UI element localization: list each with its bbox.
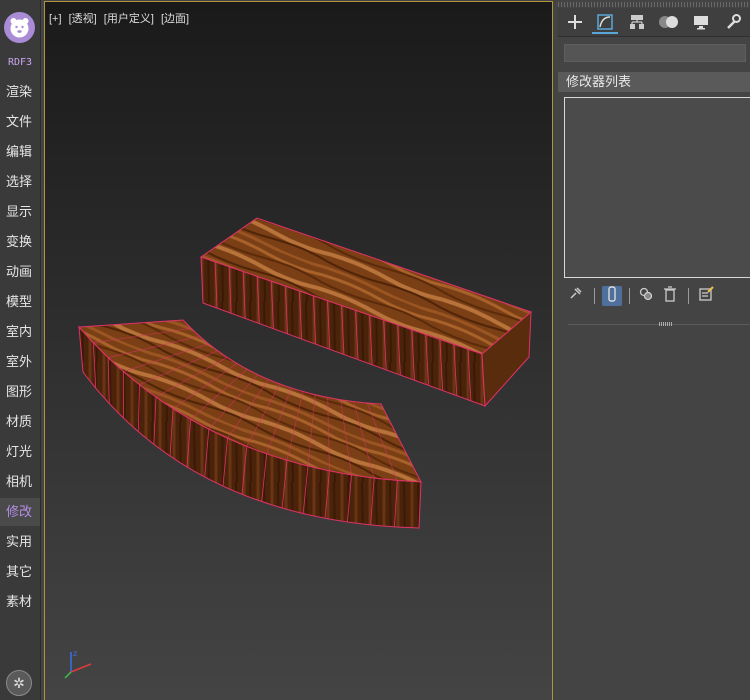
pin-stack-icon[interactable] <box>566 286 586 306</box>
motion-tab-icon[interactable] <box>656 10 682 34</box>
panel-grip[interactable] <box>558 2 750 7</box>
sidebar-item[interactable]: 显示 <box>0 198 40 226</box>
sidebar-item[interactable]: 灯光 <box>0 438 40 466</box>
brand-label: RDF3 <box>7 57 33 68</box>
scene-canvas[interactable] <box>45 2 553 700</box>
perspective-viewport[interactable]: [+] [透视] [用户定义] [边面] z <box>44 1 553 700</box>
modify-tab-icon[interactable] <box>592 10 618 34</box>
sidebar-item[interactable]: 修改 <box>0 498 40 526</box>
configure-modifier-sets-icon[interactable] <box>696 286 716 306</box>
sidebar-item[interactable]: 选择 <box>0 168 40 196</box>
svg-text:z: z <box>73 649 77 658</box>
sidebar-item[interactable]: 其它 <box>0 558 40 586</box>
sidebar-item[interactable]: 材质 <box>0 408 40 436</box>
hierarchy-tab-icon[interactable] <box>624 10 650 34</box>
sidebar-item[interactable]: 模型 <box>0 288 40 316</box>
sidebar-item[interactable]: 相机 <box>0 468 40 496</box>
sidebar-item[interactable]: 编辑 <box>0 138 40 166</box>
show-end-result-icon[interactable] <box>602 286 622 306</box>
settings-gear-icon[interactable]: ✲ <box>6 670 32 696</box>
axis-gizmo-icon: z <box>64 649 92 679</box>
command-panel: 修改器列表 <box>558 0 750 700</box>
modifier-stack[interactable] <box>564 97 750 278</box>
remove-modifier-icon[interactable] <box>660 286 680 306</box>
sidebar-item[interactable]: 图形 <box>0 378 40 406</box>
object-name-input[interactable] <box>564 44 746 62</box>
sidebar-item[interactable]: 实用 <box>0 528 40 556</box>
sidebar-item[interactable]: 变换 <box>0 228 40 256</box>
sidebar-item[interactable]: 室外 <box>0 348 40 376</box>
modifier-list-dropdown[interactable]: 修改器列表 <box>558 72 750 92</box>
sidebar-item[interactable]: 素材 <box>0 588 40 616</box>
sidebar-item[interactable]: 渲染 <box>0 78 40 106</box>
sidebar-item[interactable]: 动画 <box>0 258 40 286</box>
create-tab-icon[interactable] <box>562 10 588 34</box>
sidebar-item[interactable]: 文件 <box>0 108 40 136</box>
utilities-tab-icon[interactable] <box>720 10 746 34</box>
command-panel-tabs <box>558 8 750 37</box>
modifier-stack-toolbar <box>564 284 750 308</box>
plugin-sidebar: RDF3 渲染 文件 编辑 选择 显示 变换 动画 模型 室内 室外 图形 材质 灯光 相机 修改 实用 其它素… <box>0 0 41 700</box>
sidebar-item[interactable]: 室内 <box>0 318 40 346</box>
display-tab-icon[interactable] <box>688 10 714 34</box>
bear-logo-icon[interactable] <box>4 12 35 43</box>
make-unique-icon[interactable] <box>636 286 656 306</box>
rollout-divider-grip[interactable] <box>659 322 673 326</box>
